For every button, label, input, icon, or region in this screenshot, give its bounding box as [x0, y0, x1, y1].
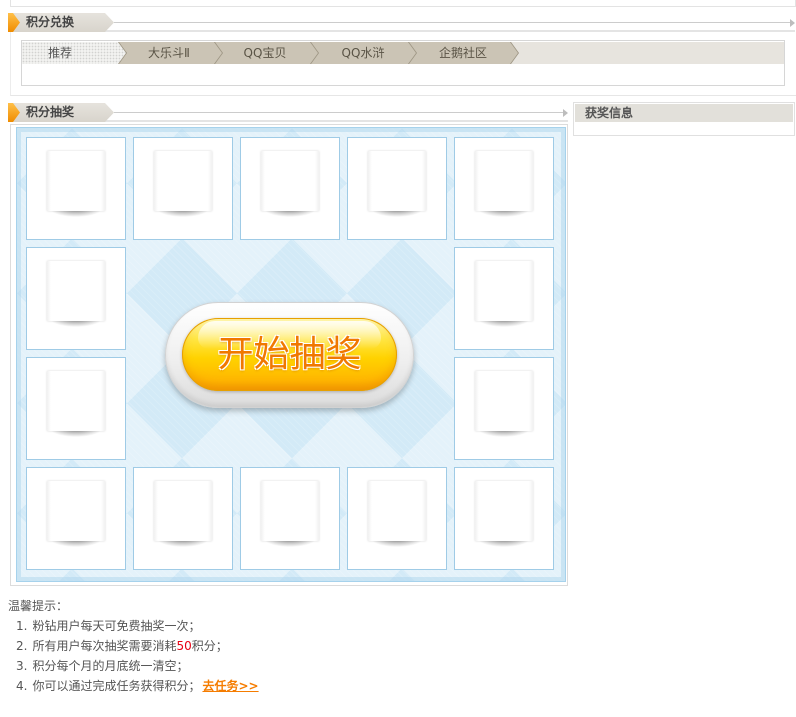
winners-header: 获奖信息: [575, 104, 793, 122]
prize-slot: [240, 137, 340, 240]
prize-slot: [133, 137, 233, 240]
points-cost-highlight: 50: [176, 639, 192, 653]
tab-shape: QQ水浒: [310, 42, 416, 64]
prize-card: [261, 481, 319, 547]
prize-card: [475, 151, 533, 217]
prize-slot: [26, 137, 126, 240]
tip-number: 3.: [16, 659, 28, 673]
prize-slot: [347, 137, 447, 240]
tab-label: QQ宝贝: [243, 46, 287, 60]
tab-label: 推荐: [48, 46, 73, 60]
prize-slot: [454, 247, 554, 350]
prize-slot: [26, 247, 126, 350]
lottery-header: 积分抽奖: [8, 103, 568, 122]
tip-item: 1. 粉钻用户每天可免费抽奖一次；: [16, 618, 200, 634]
prize-card: [154, 481, 212, 547]
tip-item: 3. 积分每个月的月底统一清空；: [16, 658, 188, 674]
prize-card: [475, 481, 533, 547]
prize-slot: [133, 467, 233, 570]
start-button-face: 开始抽奖: [182, 318, 397, 391]
tip-number: 1.: [16, 619, 28, 633]
tab-label: QQ水浒: [341, 46, 385, 60]
tips-title: 温馨提示：: [8, 599, 69, 613]
top-divider: [10, 0, 796, 7]
exchange-tab-box: 推荐 大乐斗Ⅱ QQ宝贝 QQ水浒 企鹅社区: [21, 40, 785, 86]
prize-card: [368, 151, 426, 217]
tab-daledou[interactable]: 大乐斗Ⅱ: [116, 42, 222, 64]
prize-card: [261, 151, 319, 217]
tip-item: 4. 你可以通过完成任务获得积分； 去任务>>: [16, 678, 259, 694]
tab-label: 大乐斗Ⅱ: [148, 46, 190, 60]
tab-penguin-community[interactable]: 企鹅社区: [408, 42, 518, 64]
tab-shape: QQ宝贝: [212, 42, 318, 64]
prize-slot: [454, 467, 554, 570]
lottery-title: 积分抽奖: [26, 105, 75, 119]
winners-panel: 获奖信息: [573, 102, 795, 136]
header-rule: [8, 30, 795, 32]
exchange-title-tab: 积分兑换: [8, 13, 114, 32]
tip-number: 4.: [16, 679, 28, 693]
prize-card: [47, 481, 105, 547]
prize-card: [475, 261, 533, 327]
prize-slot: [240, 467, 340, 570]
prize-card: [47, 261, 105, 327]
prize-slot: [26, 357, 126, 460]
exchange-title: 积分兑换: [26, 15, 75, 29]
tip-item: 2. 所有用户每次抽奖需要消耗50积分；: [16, 638, 228, 654]
tip-text: 你可以通过完成任务获得积分；: [32, 679, 201, 693]
tab-qq-shuihu[interactable]: QQ水浒: [310, 42, 416, 64]
tip-text: 所有用户每次抽奖需要消耗: [32, 639, 177, 653]
prize-slot: [347, 467, 447, 570]
prize-card: [475, 371, 533, 437]
prize-slot: [454, 357, 554, 460]
prize-slot: [454, 137, 554, 240]
arrow-right-icon: [563, 109, 568, 117]
start-lottery-button[interactable]: 开始抽奖: [165, 302, 414, 408]
header-line: [114, 22, 792, 23]
tab-label: 企鹅社区: [438, 46, 487, 60]
prize-card: [47, 151, 105, 217]
prize-slot: [26, 467, 126, 570]
winners-title: 获奖信息: [585, 106, 634, 120]
tab-recommend[interactable]: 推荐: [22, 42, 126, 64]
prize-card: [47, 371, 105, 437]
prize-card: [154, 151, 212, 217]
exchange-header: 积分兑换: [8, 13, 795, 32]
prize-card: [368, 481, 426, 547]
lottery-title-tab: 积分抽奖: [8, 103, 114, 122]
tip-text: 积分每个月的月底统一清空；: [32, 659, 189, 673]
tab-shape: 大乐斗Ⅱ: [116, 42, 222, 64]
tab-shape: 推荐: [22, 42, 126, 64]
tab-bar: 推荐 大乐斗Ⅱ QQ宝贝 QQ水浒 企鹅社区: [22, 42, 784, 64]
header-line: [114, 112, 565, 113]
tab-shape: 企鹅社区: [408, 42, 518, 64]
arrow-right-icon: [790, 19, 795, 27]
tip-text: 粉钻用户每天可免费抽奖一次；: [32, 619, 201, 633]
tip-number: 2.: [16, 639, 28, 653]
go-to-tasks-link[interactable]: 去任务>>: [202, 679, 258, 693]
tip-text-suffix: 积分；: [191, 639, 228, 653]
start-button-label: 开始抽奖: [217, 334, 362, 375]
tab-qq-baobei[interactable]: QQ宝贝: [212, 42, 318, 64]
